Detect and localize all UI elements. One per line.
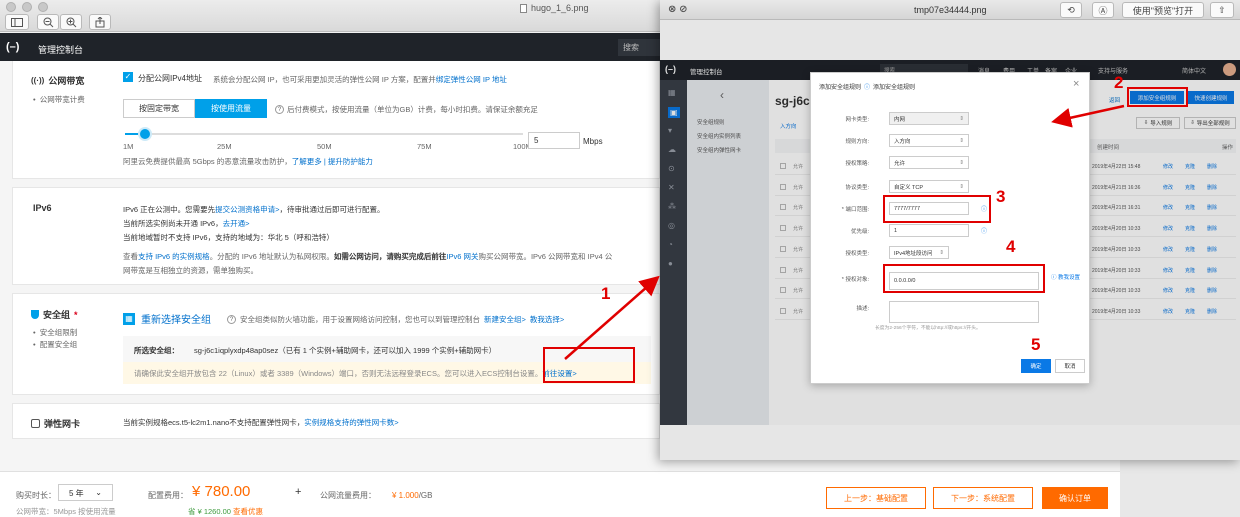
annotation-number-5: 5 bbox=[1031, 335, 1041, 354]
annotation-box-1 bbox=[543, 347, 635, 383]
annotation-box-2 bbox=[1127, 87, 1188, 107]
annotation-number-3: 3 bbox=[996, 187, 1006, 206]
annotation-number-1: 1 bbox=[601, 284, 611, 303]
annotation-box-3 bbox=[883, 195, 991, 223]
annotation-box-4 bbox=[883, 264, 1045, 293]
annotation-number-4: 4 bbox=[1006, 237, 1016, 256]
annotation-arrows bbox=[564, 104, 1125, 360]
arrow-2 bbox=[1051, 104, 1125, 128]
annotation-number-2: 2 bbox=[1114, 73, 1124, 92]
